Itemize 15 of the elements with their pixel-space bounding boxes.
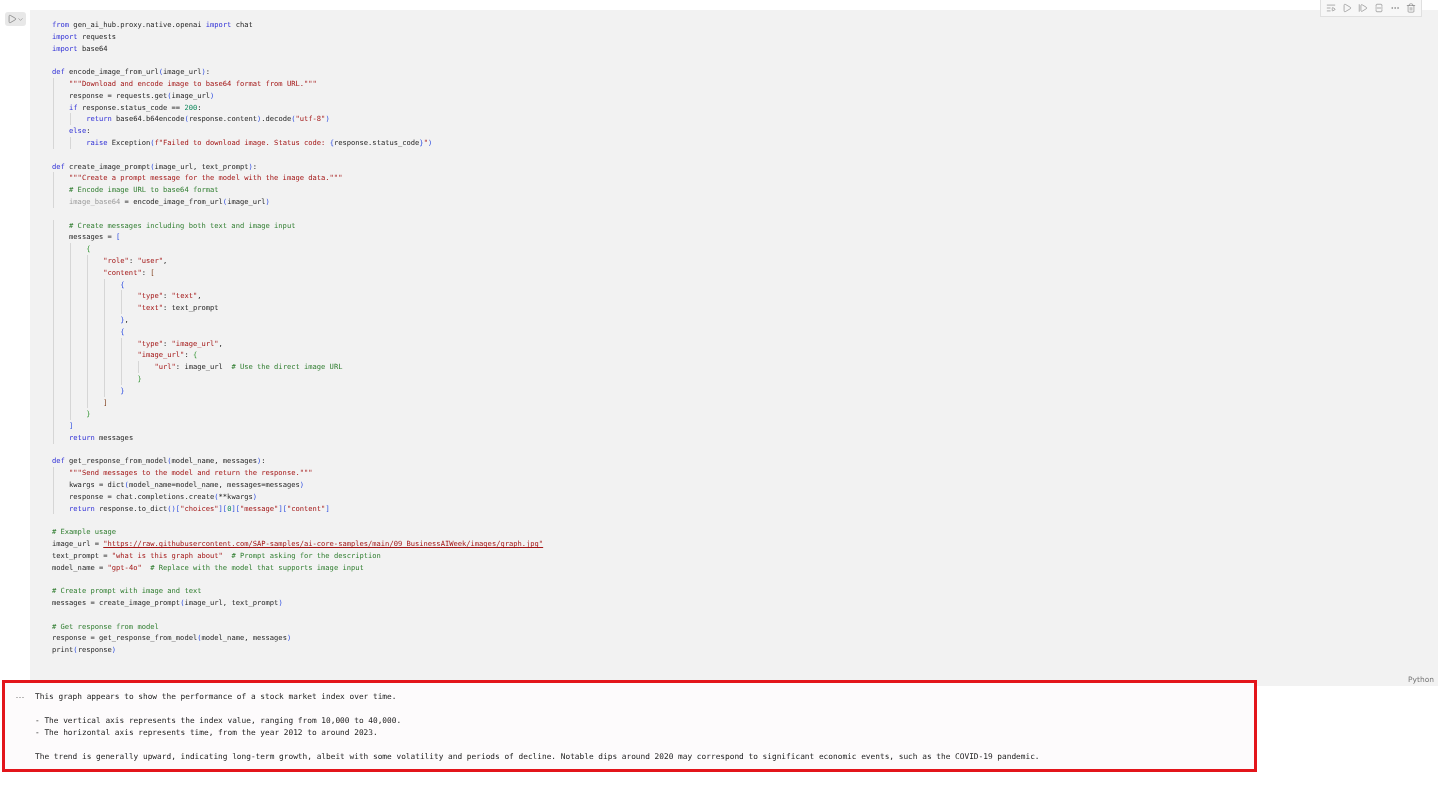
trash-icon xyxy=(1406,3,1416,13)
delete-button[interactable] xyxy=(1405,2,1417,14)
play-icon xyxy=(6,14,17,24)
run-by-line-button[interactable] xyxy=(1325,2,1337,14)
output-menu-button[interactable]: ··· xyxy=(5,691,35,703)
run-cell-button[interactable] xyxy=(4,12,26,26)
split-cell-button[interactable] xyxy=(1373,2,1385,14)
code-editor[interactable] xyxy=(30,10,1438,686)
execute-below-button[interactable] xyxy=(1357,2,1369,14)
execute-above-button[interactable] xyxy=(1341,2,1353,14)
play-icon xyxy=(1342,3,1352,13)
step-forward-icon xyxy=(1358,3,1368,13)
split-square-icon xyxy=(1374,3,1384,13)
list-play-icon xyxy=(1326,3,1336,13)
chevron-icon xyxy=(16,15,24,23)
